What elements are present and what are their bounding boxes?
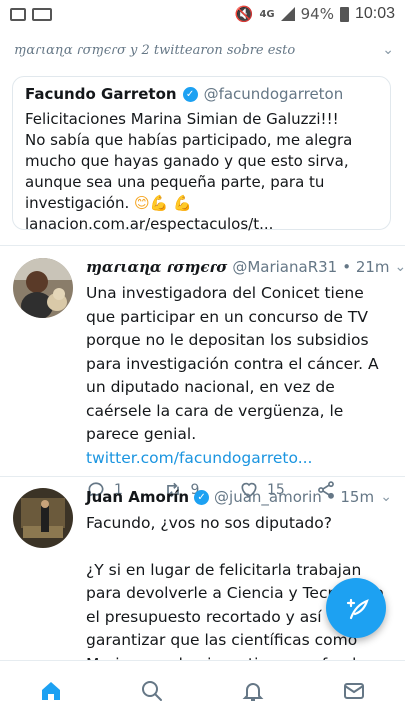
notifications-icon [242,682,264,701]
quoted-tweet-card[interactable]: Facundo Garreton ✓ @facundogarreton Feli… [12,76,391,233]
feather-plus-icon [346,598,369,620]
battery-percent: 94% [300,5,334,23]
author-name[interactable]: Juan Amorín [86,488,189,506]
network-type: 4G [259,8,275,20]
nav-notifications[interactable] [233,671,273,711]
quoted-author-name: Facundo Garreton [25,85,177,103]
chevron-down-icon[interactable]: ⌄ [395,259,405,275]
tweet-link[interactable]: twitter.com/facundogarreto... [86,449,312,467]
divider [0,245,405,246]
quoted-author-handle: @facundogarreton [203,85,344,103]
quoted-tweet-text: Felicitaciones Marina Simian de Galuzzi!… [25,109,378,235]
tweet-time: • 15m [326,488,375,506]
messages-icon [344,682,365,699]
photo-notification-icon [10,7,26,21]
signal-icon [280,7,295,21]
home-icon [41,681,60,700]
bottom-nav [0,660,405,720]
verified-badge-icon: ✓ [194,489,210,505]
verified-badge-icon: ✓ [182,86,198,102]
avatar[interactable] [13,258,73,318]
retweeted-by-text: ɱαɾιαɳα ɾσɱєɾσ y 2 twittearon sobre esto [14,42,296,58]
quoted-tweet-link[interactable]: lanacion.com.ar/espectaculos/t... [25,214,378,235]
divider [0,476,405,477]
card-notification-icon [32,7,52,21]
author-handle: @MarianaR31 [232,258,338,276]
author-name[interactable]: ɱαɾιαɳα ɾσɱєɾσ [86,258,227,276]
nav-home[interactable] [31,671,71,711]
clock: 10:03 [354,5,395,22]
compose-tweet-button[interactable] [326,578,386,638]
avatar[interactable] [13,488,73,548]
chevron-down-icon[interactable]: ⌄ [382,42,394,58]
author-handle: @juan_amorin [214,488,322,506]
nav-messages[interactable] [334,671,374,711]
search-icon [141,680,162,701]
emoji-group: 😊💪 💪 [134,194,192,212]
retweeted-by-header[interactable]: ɱαɾιαɳα ɾσɱєɾσ y 2 twittearon sobre esto… [14,42,394,58]
nav-search[interactable] [132,671,172,711]
tweet-item[interactable]: ɱαɾιαɳα ɾσɱєɾσ @MarianaR31 • 21m ⌄ Una i… [0,258,405,499]
battery-icon [339,6,349,22]
chevron-down-icon[interactable]: ⌄ [380,489,392,505]
tweet-time: • 21m [342,258,390,276]
mute-icon: 🔇 [234,5,254,23]
status-bar: 🔇 4G 94% 10:03 [0,0,405,28]
tweet-text: Una investigadora del Conicet tiene que … [86,284,379,467]
